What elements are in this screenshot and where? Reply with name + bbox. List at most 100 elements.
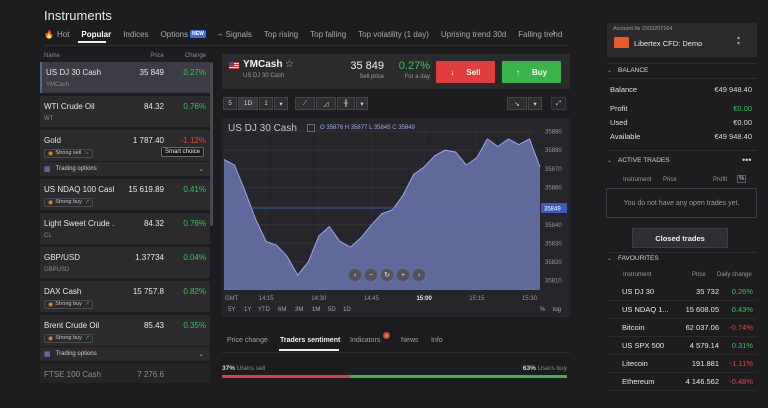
- reset-icon[interactable]: ↻: [381, 269, 393, 281]
- instrument-change: -1.12%: [180, 136, 206, 145]
- tab-options[interactable]: Options NEW: [161, 30, 206, 39]
- period-6m[interactable]: 6M: [278, 307, 286, 313]
- ohlc-high: 35877: [350, 125, 368, 131]
- more-icon[interactable]: •••: [742, 155, 751, 165]
- favourite-row[interactable]: Ethereum 4 146.562 -0.48%: [607, 373, 757, 391]
- x-tick-label: 15:30: [522, 296, 538, 302]
- list-item[interactable]: GBP/USD 1.37734 0.04% GBPUSD: [40, 247, 210, 278]
- arrow-up-icon: ↑: [515, 67, 520, 77]
- tab-indicators[interactable]: Indicators: [350, 337, 380, 344]
- favourites-section-toggle[interactable]: ⌄ FAVOURITES: [607, 255, 659, 262]
- tab-popular[interactable]: Popular: [81, 30, 111, 39]
- compare-checkbox[interactable]: [307, 124, 315, 132]
- candlestick-icon[interactable]: ╫: [337, 97, 355, 110]
- day-change-label: For a day: [404, 74, 430, 80]
- arrow-up-icon: ↗: [84, 335, 90, 341]
- percent-toggle-icon[interactable]: %: [737, 175, 747, 183]
- no-trades-message: You do not have any open trades yet.: [606, 188, 757, 218]
- instrument-change: 0.35%: [183, 321, 206, 330]
- zoom-in-icon[interactable]: +: [397, 269, 409, 281]
- tab-falling-trend[interactable]: Falling trend: [518, 30, 562, 39]
- instrument-price: 1 787.40: [132, 136, 164, 145]
- trades-header-instrument: Instrument: [623, 177, 652, 183]
- tab-news[interactable]: News: [401, 337, 419, 344]
- period-1y[interactable]: 1Y: [244, 307, 251, 313]
- instrument-ticker: CL: [44, 233, 52, 239]
- scroll-right-icon[interactable]: ›: [413, 269, 425, 281]
- up-down-chevron-icon: ▴ ▾: [737, 35, 741, 47]
- area-chart-icon[interactable]: ◿: [316, 97, 336, 110]
- list-item[interactable]: Brent Crude Oil 85.43 0.35% ◉ Strong buy ↗: [40, 315, 210, 346]
- fullscreen-icon[interactable]: ⤢: [551, 97, 566, 110]
- dropdown-caret-icon[interactable]: ▾: [274, 97, 288, 110]
- range-1d-button[interactable]: 1D: [238, 97, 258, 110]
- list-item[interactable]: FTSE 100 Cash 7 276.6: [40, 364, 210, 383]
- favourite-row[interactable]: US DJ 30 35 732 0.26%: [607, 283, 757, 301]
- tab-signals[interactable]: ⌁ Signals: [218, 30, 252, 39]
- divider: [607, 78, 757, 79]
- tab-hot[interactable]: 🔥 Hot: [44, 30, 69, 39]
- y-tick-label: 35890: [545, 130, 562, 136]
- arrow-up-icon: ↗: [84, 199, 90, 205]
- trading-options-toggle[interactable]: ▦ Trading options ⌄: [40, 161, 210, 176]
- favourite-row[interactable]: Litecoin 191.881 -1.11%: [607, 355, 757, 373]
- closed-trades-button[interactable]: Closed trades: [632, 228, 728, 248]
- period-ytd[interactable]: YTD: [258, 307, 270, 313]
- favourite-row[interactable]: Bitcoin 62 037.06 -0.74%: [607, 319, 757, 337]
- list-item[interactable]: US DJ 30 Cash 35 849 0.27% YMCash: [40, 62, 210, 93]
- page-title: Instruments: [44, 8, 112, 23]
- count-select[interactable]: 1: [259, 97, 273, 110]
- instrument-ticker: WT: [44, 116, 54, 122]
- buy-button[interactable]: ↑ Buy: [502, 61, 561, 83]
- instrument-change: 0.82%: [183, 287, 206, 296]
- period-5y[interactable]: 5Y: [228, 307, 235, 313]
- interval-select[interactable]: 5: [223, 97, 237, 110]
- instrument-price: 15 757.8: [132, 287, 164, 296]
- trades-header-profit: Profit: [713, 177, 728, 183]
- period-3m[interactable]: 3M: [295, 307, 303, 313]
- list-item[interactable]: Gold 1 787.40 -1.12% ◉ Strong sell ↘ Smart c…: [40, 130, 210, 161]
- tab-top-falling[interactable]: Top falling: [310, 30, 346, 39]
- draw-tool-caret-icon[interactable]: ▾: [528, 97, 542, 110]
- chart-type-caret-icon[interactable]: ▾: [356, 97, 368, 110]
- divider: [222, 352, 570, 353]
- trading-options-toggle[interactable]: ▦ Trading options ⌄: [40, 346, 210, 361]
- zoom-out-icon[interactable]: −: [365, 269, 377, 281]
- list-item[interactable]: DAX Cash 15 757.8 0.82% ◉ Strong buy ↗: [40, 281, 210, 312]
- tab-top-volatility[interactable]: Top volatility (1 day): [358, 30, 429, 39]
- list-scrollbar[interactable]: [210, 62, 213, 226]
- instrument-price: 15 619.89: [128, 185, 164, 194]
- log-toggle[interactable]: log: [553, 307, 561, 313]
- line-chart-icon[interactable]: ⟋: [295, 97, 315, 110]
- price-chart[interactable]: 3581035820358303584035850358603587035880…: [222, 118, 570, 317]
- sell-price: 35 849: [350, 60, 384, 72]
- list-item[interactable]: Light Sweet Crude ... 84.32 0.76% CL: [40, 213, 210, 244]
- instrument-price: 7 276.6: [137, 370, 164, 379]
- signal-icon: ◉: [48, 150, 54, 157]
- star-icon[interactable]: ☆: [285, 59, 294, 70]
- period-5d[interactable]: 5D: [328, 307, 336, 313]
- favourite-row[interactable]: US SPX 500 4 579.14 0.31%: [607, 337, 757, 355]
- period-1d[interactable]: 1D: [343, 307, 351, 313]
- sell-button[interactable]: ↓ Sell: [436, 61, 495, 83]
- instrument-ticker: YMCash: [46, 82, 70, 88]
- list-item[interactable]: US NDAQ 100 Cash 15 619.89 0.41% ◉ Strong b…: [40, 179, 210, 210]
- percent-toggle[interactable]: %: [540, 307, 545, 313]
- tab-uprising-trend[interactable]: Uprising trend 30d: [441, 30, 506, 39]
- period-1m[interactable]: 1M: [312, 307, 320, 313]
- used-row: Used €0.00: [610, 118, 752, 127]
- tab-info[interactable]: Info: [431, 337, 443, 344]
- tab-traders-sentiment[interactable]: Traders sentiment: [280, 337, 340, 344]
- list-item[interactable]: WTI Crude Oil 84.32 0.76% WT: [40, 96, 210, 127]
- scroll-left-icon[interactable]: ‹: [349, 269, 361, 281]
- tab-price-change[interactable]: Price change: [227, 337, 268, 344]
- active-trades-section-toggle[interactable]: ⌄ ACTIVE TRADES: [607, 157, 670, 164]
- tab-indices[interactable]: Indices: [123, 30, 148, 39]
- balance-section-toggle[interactable]: ⌄ BALANCE: [607, 67, 648, 74]
- tab-top-rising[interactable]: Top rising: [264, 30, 298, 39]
- x-tick-label: 14:45: [364, 296, 380, 302]
- chevron-right-icon[interactable]: ›: [552, 27, 555, 38]
- favourite-row[interactable]: US NDAQ 1... 15 608.05 0.43%: [607, 301, 757, 319]
- instrument-name: GBP/USD: [44, 253, 81, 262]
- draw-tool-icon[interactable]: ↘: [507, 97, 527, 110]
